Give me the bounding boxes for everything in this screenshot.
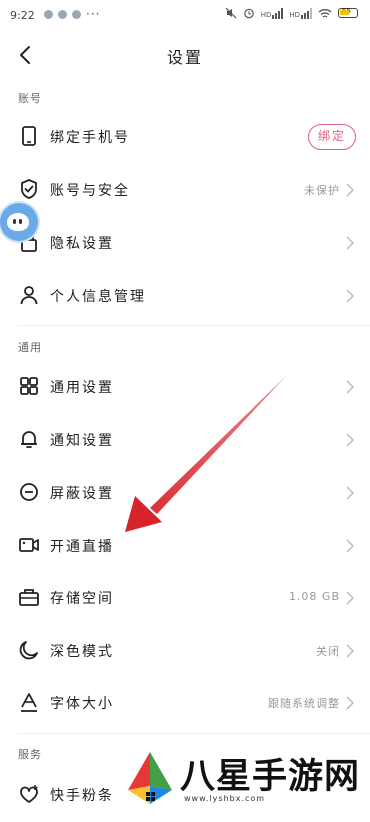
setting-item-privacy[interactable]: 隐私设置 (0, 218, 370, 270)
setting-item-value: 关闭 (316, 645, 340, 658)
setting-item-label: 深色模式 (50, 644, 114, 660)
more-notifications-icon: ··· (86, 7, 101, 21)
font-size-icon (21, 693, 37, 712)
battery-icon: 65 (338, 7, 358, 18)
setting-item-value: 跟随系统调整 (268, 697, 340, 710)
notification-app-icon (58, 9, 67, 19)
grid-icon (20, 377, 38, 395)
fan-boost-icon (20, 785, 38, 803)
chevron-right-icon (346, 486, 354, 500)
setting-item-label: 开通直播 (50, 539, 114, 555)
floating-assistant-button[interactable] (0, 203, 38, 241)
chevron-right-icon (346, 236, 354, 250)
signal-icon: HD (261, 7, 284, 19)
system-status-icons: HD HD 65 (225, 7, 358, 19)
navigation-bar: 设置 (0, 30, 370, 80)
watermark-url: www.lyshbx.com (184, 794, 266, 803)
section-title-service: 服务 (18, 748, 42, 761)
watermark-brand: 八星手游网 (180, 757, 361, 797)
setting-item-bind-phone[interactable]: 绑定手机号 绑定 (0, 112, 370, 164)
setting-item-label: 隐私设置 (50, 236, 114, 252)
setting-item-value: 1.08 GB (288, 590, 340, 603)
chevron-right-icon (346, 644, 354, 658)
site-watermark: 八星手游网 www.lyshbx.com (120, 740, 370, 822)
section-title-general: 通用 (18, 341, 42, 354)
chevron-right-icon (346, 433, 354, 447)
chevron-right-icon (346, 696, 354, 710)
moon-icon (19, 641, 38, 660)
section-divider (18, 733, 370, 734)
bell-icon (21, 431, 37, 448)
setting-item-label: 个人信息管理 (50, 289, 146, 305)
chevron-right-icon (346, 591, 354, 605)
setting-item-label: 屏蔽设置 (50, 486, 114, 502)
setting-item-label: 存储空间 (50, 591, 114, 607)
setting-item-label: 通知设置 (50, 433, 114, 449)
setting-item-dark-mode[interactable]: 深色模式 关闭 (0, 626, 370, 678)
setting-item-value: 未保护 (304, 184, 340, 197)
alarm-icon (243, 8, 254, 19)
page-title: 设置 (166, 48, 203, 67)
block-icon (20, 483, 38, 501)
bind-phone-button[interactable]: 绑定 (308, 124, 356, 150)
setting-item-label: 账号与安全 (50, 183, 130, 199)
status-bar: 9:22 ··· HD HD 65 (0, 0, 370, 30)
chevron-right-icon (346, 539, 354, 553)
setting-item-storage[interactable]: 存储空间 1.08 GB (0, 573, 370, 625)
video-camera-icon (19, 538, 39, 552)
setting-item-general[interactable]: 通用设置 (0, 362, 370, 414)
setting-item-account-security[interactable]: 账号与安全 未保护 (0, 165, 370, 217)
assistant-face-icon (7, 213, 29, 231)
setting-item-personal-info[interactable]: 个人信息管理 (0, 271, 370, 323)
chevron-right-icon (346, 289, 354, 303)
setting-item-label: 绑定手机号 (50, 130, 130, 146)
person-icon (20, 286, 38, 305)
setting-item-label: 快手粉条 (50, 788, 114, 804)
section-title-account: 账号 (18, 92, 42, 105)
wifi-icon (318, 8, 332, 18)
notification-icons: ··· (44, 7, 100, 21)
setting-item-block[interactable]: 屏蔽设置 (0, 468, 370, 520)
setting-item-label: 字体大小 (50, 696, 114, 712)
setting-item-font-size[interactable]: 字体大小 跟随系统调整 (0, 678, 370, 730)
section-divider (18, 325, 370, 326)
chevron-right-icon (346, 183, 354, 197)
signal-icon: HD (289, 7, 312, 19)
status-time: 9:22 (10, 9, 35, 22)
mute-icon (225, 7, 237, 19)
setting-item-notification[interactable]: 通知设置 (0, 415, 370, 467)
watermark-logo-icon (128, 752, 172, 804)
notification-app-icon (72, 9, 81, 19)
shield-check-icon (21, 179, 37, 199)
storage-icon (19, 589, 39, 606)
phone-icon (22, 126, 36, 146)
setting-item-start-live[interactable]: 开通直播 (0, 521, 370, 573)
chevron-right-icon (346, 380, 354, 394)
setting-item-label: 通用设置 (50, 380, 114, 396)
notification-app-icon (44, 9, 53, 19)
